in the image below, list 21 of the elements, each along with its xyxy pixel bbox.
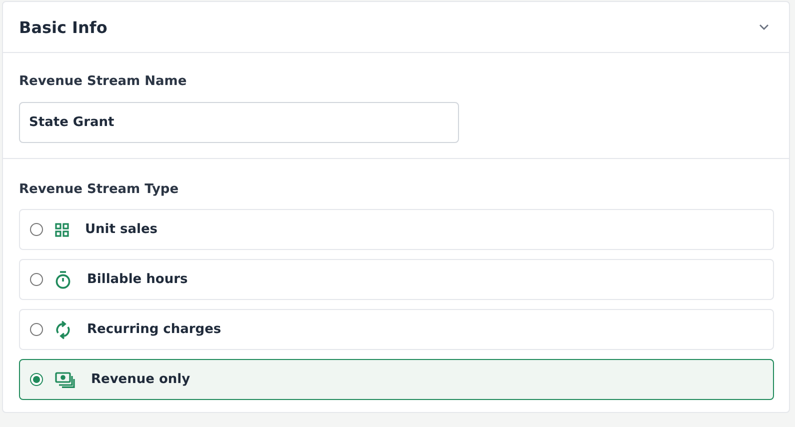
field-label: Revenue Stream Name <box>19 73 187 91</box>
option-label: Billable hours <box>87 272 188 287</box>
field-label: Revenue Stream Type <box>19 182 179 197</box>
radio-button[interactable] <box>30 273 43 286</box>
cash-icon <box>55 372 75 388</box>
section-title: Basic Info <box>19 18 108 36</box>
option-label: Revenue only <box>91 372 190 387</box>
radio-button[interactable] <box>30 373 43 386</box>
grid-icon <box>55 222 69 236</box>
radio-option[interactable]: Unit sales <box>19 209 774 250</box>
radio-option[interactable]: Billable hours <box>19 259 774 300</box>
refresh-icon <box>55 320 71 340</box>
radio-button[interactable] <box>30 323 43 336</box>
radio-option[interactable]: Revenue only <box>19 359 774 400</box>
option-label: Recurring charges <box>87 322 222 337</box>
name-input-field[interactable]: State Grant <box>19 102 459 143</box>
radio-option[interactable]: Recurring charges <box>19 309 774 350</box>
option-label: Unit sales <box>85 222 158 237</box>
chevron-icon[interactable] <box>759 24 769 30</box>
radio-button[interactable] <box>30 223 43 236</box>
stopwatch-icon <box>55 270 71 288</box>
